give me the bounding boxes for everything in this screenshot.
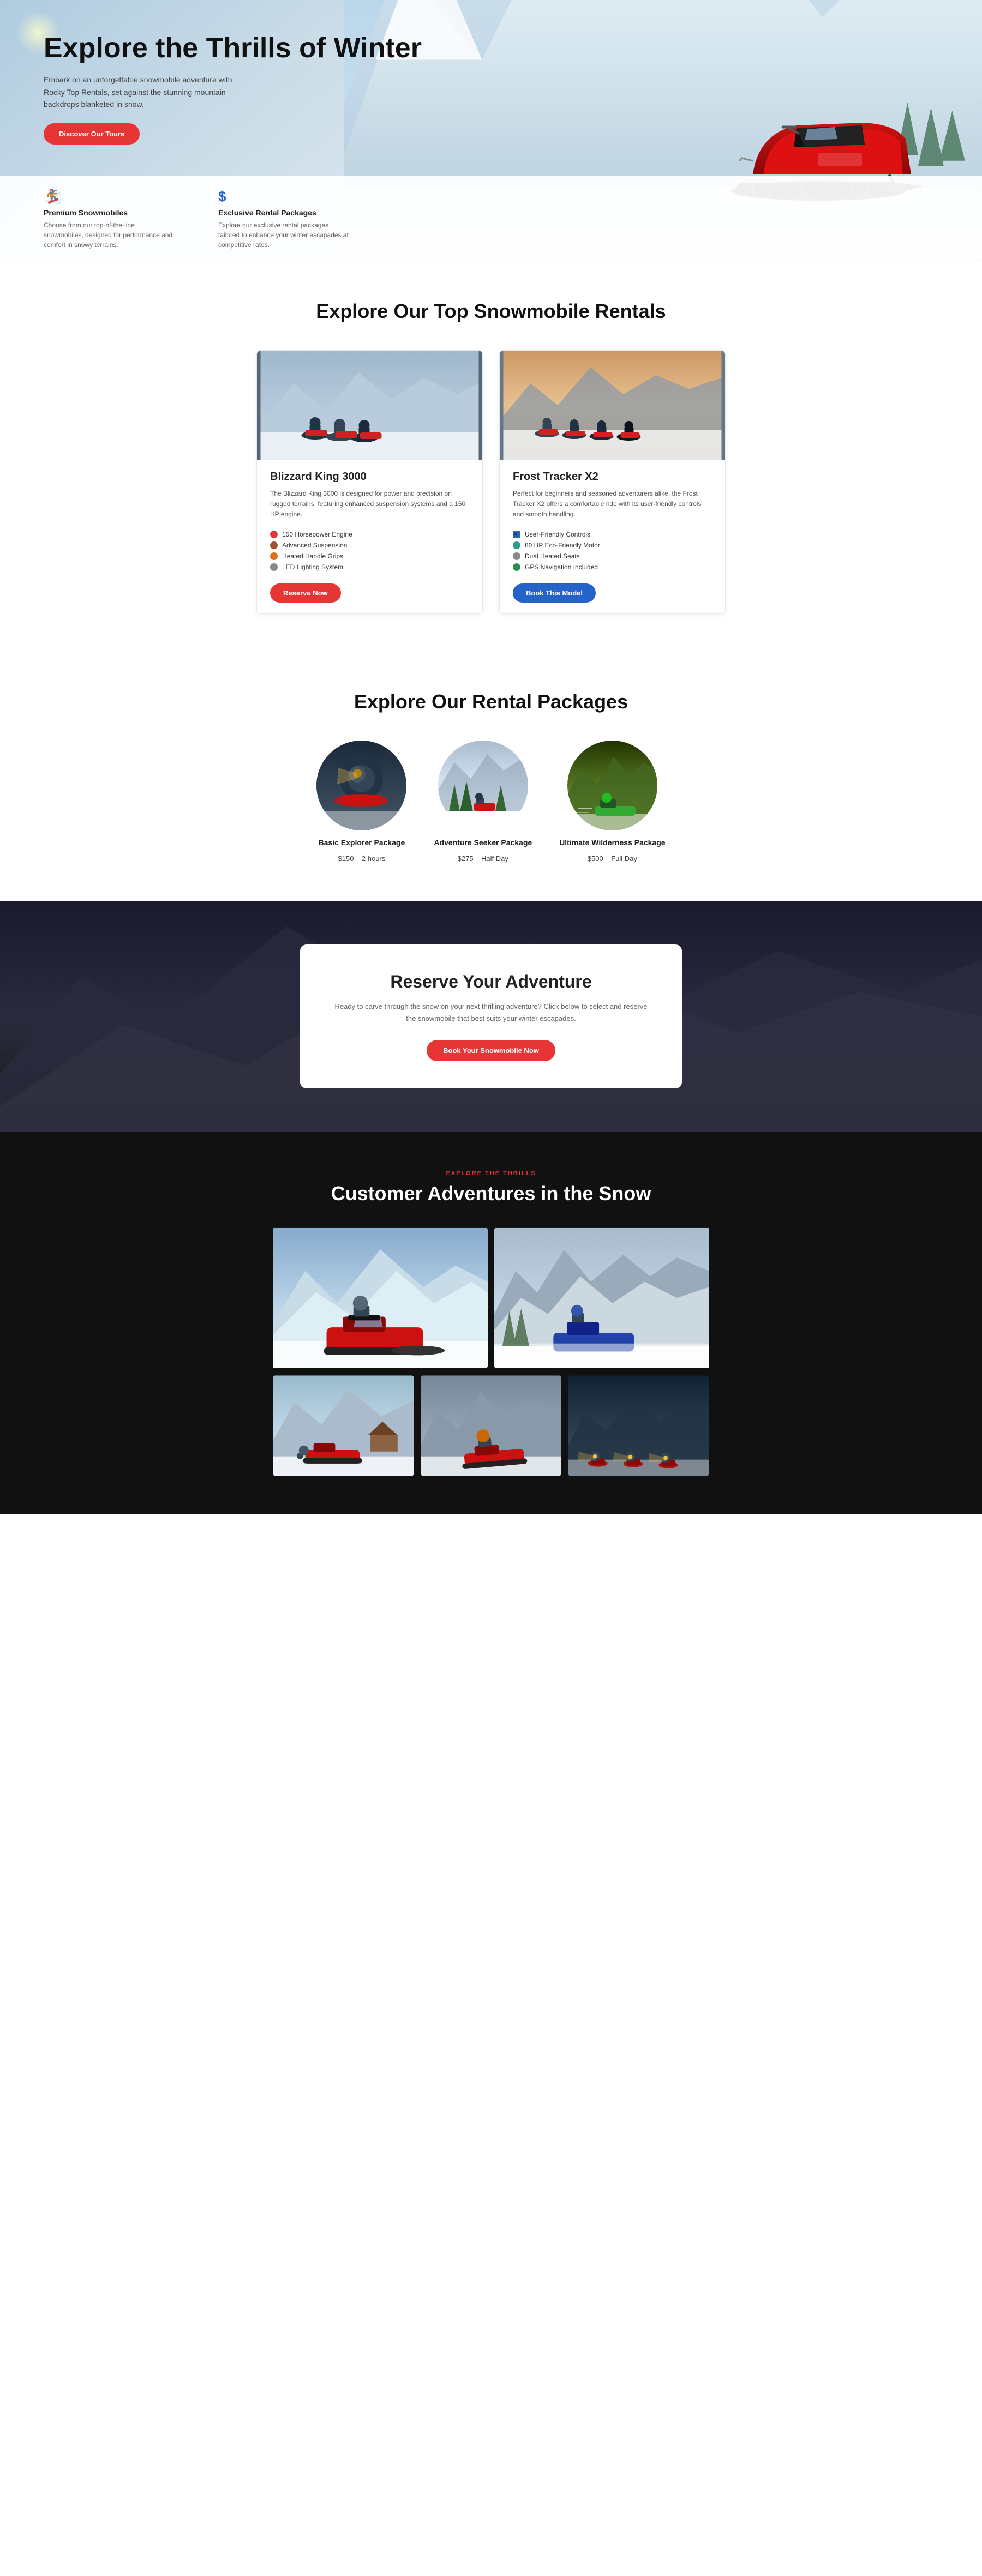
rental-feature-0-0: 150 Horsepower Engine [270,529,469,540]
adventure-scene-2 [494,1227,709,1369]
rental-card-0: Blizzard King 3000 The Blizzard King 300… [256,350,483,614]
adventures-grid-top [273,1227,709,1369]
packages-section: Explore Our Rental Packages [0,652,982,901]
rental-desc-0: The Blizzard King 3000 is designed for p… [270,489,469,520]
rental-card-img-0 [257,351,482,460]
feature-title-1: Exclusive Rental Packages [218,208,349,217]
package-name-2: Ultimate Wilderness Package [559,838,665,847]
package-price-1: $275 – Half Day [458,854,508,863]
features-bar: 🏂 Premium Snowmobiles Choose from our to… [0,176,982,262]
feature-desc-1: Explore our exclusive rental packages ta… [218,220,349,250]
feat-icon-1-0: ✕ [513,531,520,538]
discover-tours-button[interactable]: Discover Our Tours [44,123,140,145]
feat-icon-0-1 [270,541,278,549]
snowmobile-icon: 🏂 [44,188,175,205]
packages-title: Explore Our Rental Packages [44,690,938,713]
reserve-title: Reserve Your Adventure [333,972,649,992]
hero-subtitle: Embark on an unforgettable snowmobile ad… [44,74,251,110]
reserve-now-button[interactable]: Reserve Now [270,583,341,603]
package-img-2 [567,741,657,830]
package-price-0: $150 – 2 hours [338,854,386,863]
riders-scene-1 [257,351,482,460]
package-img-0 [316,741,406,830]
adventure-photo-5 [568,1375,709,1476]
package-circle-2 [567,741,657,830]
riders-scene-2 [500,351,725,460]
feat-icon-0-3 [270,563,278,571]
rental-feature-1-1: 80 HP Eco-Friendly Motor [513,540,712,551]
adventure-scene-1 [273,1227,488,1369]
hero-content: Explore the Thrills of Winter Embark on … [44,33,446,145]
feat-icon-0-2 [270,552,278,560]
adventures-grid-bottom [273,1375,709,1476]
rental-name-1: Frost Tracker X2 [513,471,712,483]
package-name-0: Basic Explorer Package [319,838,405,847]
feat-icon-1-1 [513,541,520,549]
rental-name-0: Blizzard King 3000 [270,471,469,483]
rental-card-body-0: Blizzard King 3000 The Blizzard King 300… [257,460,482,613]
book-snowmobile-button[interactable]: Book Your Snowmobile Now [427,1040,555,1061]
rental-feature-1-2: Dual Heated Seats [513,551,712,562]
package-name-1: Adventure Seeker Package [434,838,532,847]
rentals-title: Explore Our Top Snowmobile Rentals [44,300,938,323]
rental-desc-1: Perfect for beginners and seasoned adven… [513,489,712,520]
adventures-title: Customer Adventures in the Snow [44,1182,938,1205]
reserve-section: Reserve Your Adventure Ready to carve th… [0,901,982,1132]
rental-features-1: ✕ User-Friendly Controls 80 HP Eco-Frien… [513,529,712,573]
adventures-section: EXPLORE THE THRILLS Customer Adventures … [0,1132,982,1514]
adventure-scene-3 [273,1375,414,1476]
package-img-1 [438,741,528,830]
package-circle-0 [316,741,406,830]
feat-icon-0-0 [270,531,278,538]
package-circle-1 [438,741,528,830]
hero-section: Explore the Thrills of Winter Embark on … [0,0,982,262]
feature-item-1: $ Exclusive Rental Packages Explore our … [218,188,349,250]
feat-icon-1-3 [513,563,520,571]
rental-feature-0-3: LED Lighting System [270,562,469,573]
adventure-scene-4 [421,1375,562,1476]
rental-card-1: Frost Tracker X2 Perfect for beginners a… [499,350,726,614]
rental-features-0: 150 Horsepower Engine Advanced Suspensio… [270,529,469,573]
rental-feature-0-2: Heated Handle Grips [270,551,469,562]
rental-card-img-1 [500,351,725,460]
package-price-2: $500 – Full Day [588,854,637,863]
hero-title: Explore the Thrills of Winter [44,33,446,64]
package-item-0: Basic Explorer Package $150 – 2 hours [316,741,406,863]
rental-feature-1-0: ✕ User-Friendly Controls [513,529,712,540]
feature-desc-0: Choose from our top-of-the-line snowmobi… [44,220,175,250]
package-item-2: Ultimate Wilderness Package $500 – Full … [559,741,665,863]
adventure-scene-5 [568,1375,709,1476]
feature-item-0: 🏂 Premium Snowmobiles Choose from our to… [44,188,175,250]
feat-icon-1-2 [513,552,520,560]
rentals-section: Explore Our Top Snowmobile Rentals [0,262,982,652]
package-item-1: Adventure Seeker Package $275 – Half Day [434,741,532,863]
reserve-card: Reserve Your Adventure Ready to carve th… [300,944,682,1088]
adventure-photo-2 [494,1227,709,1369]
feature-title-0: Premium Snowmobiles [44,208,175,217]
rental-card-body-1: Frost Tracker X2 Perfect for beginners a… [500,460,725,613]
adventure-photo-4 [421,1375,562,1476]
adventure-photo-3 [273,1375,414,1476]
adventure-photo-1 [273,1227,488,1369]
dollar-icon: $ [218,188,349,205]
rental-feature-0-1: Advanced Suspension [270,540,469,551]
rental-feature-1-3: GPS Navigation Included [513,562,712,573]
book-this-model-button[interactable]: Book This Model [513,583,596,603]
packages-grid: Basic Explorer Package $150 – 2 hours [44,741,938,863]
adventures-label: EXPLORE THE THRILLS [44,1170,938,1177]
reserve-desc: Ready to carve through the snow on your … [333,1001,649,1025]
rentals-grid: Blizzard King 3000 The Blizzard King 300… [256,350,726,614]
